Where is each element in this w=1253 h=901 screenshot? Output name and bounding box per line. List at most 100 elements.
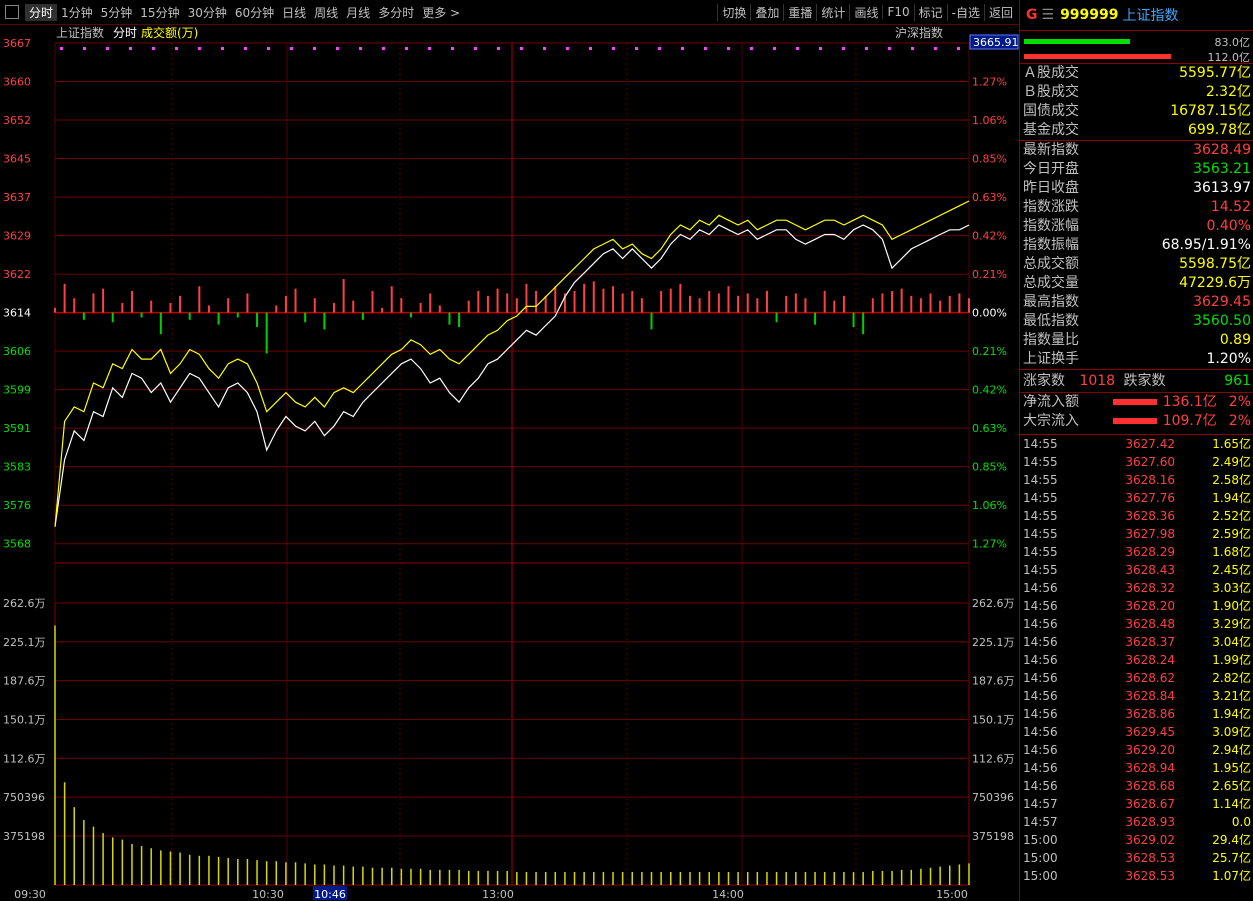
pct-tick: 0.42%	[972, 230, 1007, 243]
up-label: 涨家数	[1023, 373, 1065, 389]
event-marker	[474, 47, 477, 50]
quote-panel: G ☰ 999999 上证指数 83.0亿 112.0亿 Ａ股成交 5595.77…	[1019, 0, 1253, 901]
price-tick: 3667	[3, 37, 31, 50]
pct-tick: 0.63%	[972, 422, 1007, 435]
price-tick: 3606	[3, 345, 31, 358]
period-tab[interactable]: 多分时	[374, 4, 418, 21]
price-tick: 3629	[3, 230, 31, 243]
turnover-summary: Ａ股成交 5595.77亿 Ｂ股成交 2.32亿 国债成交 16787.15亿 基金成交 69…	[1020, 64, 1253, 141]
event-marker	[681, 47, 684, 50]
stat-row: 最低指数 3560.50	[1023, 313, 1251, 329]
period-tabs: 分时 1分钟 5分钟 15分钟 30分钟 60分钟 日线 周线 月线 多分时 更多 >	[25, 3, 464, 21]
tool-button[interactable]: 画线	[849, 3, 882, 21]
tool-button[interactable]: F10	[882, 5, 913, 19]
period-tab[interactable]: 30分钟	[184, 4, 231, 21]
event-marker	[405, 47, 408, 50]
tick-row: 14:56 3628.24 1.99亿	[1023, 653, 1251, 667]
buy-sell-bars: 83.0亿 112.0亿	[1020, 31, 1253, 64]
top-bar	[1024, 39, 1130, 44]
stat-row: 总成交额 5598.75亿	[1023, 256, 1251, 272]
time-tick: 13:00	[482, 888, 514, 901]
tick-row: 14:56 3628.48 3.29亿	[1023, 617, 1251, 631]
quote-header: G ☰ 999999 上证指数	[1020, 0, 1253, 31]
pct-tick: 0.21%	[972, 345, 1007, 358]
event-marker	[635, 47, 638, 50]
volume-tick-right: 225.1万	[972, 636, 1015, 649]
down-count: 961	[1224, 373, 1251, 389]
event-marker	[911, 47, 914, 50]
period-tab[interactable]: 15分钟	[136, 4, 183, 21]
tool-button[interactable]: 返回	[983, 3, 1017, 21]
bottom-bar-value: 112.0亿	[1207, 51, 1251, 64]
period-tab[interactable]: 周线	[310, 4, 342, 21]
flow-row: 大宗流入 109.7亿 2%	[1023, 413, 1251, 429]
tool-button[interactable]: 叠加	[750, 3, 783, 21]
intraday-chart[interactable]: 上证指数 分时 成交额(万) 沪深指数 3665.91 3667 3660 1.27% 3652…	[0, 25, 1019, 901]
tick-row: 14:56 3628.86 1.94亿	[1023, 707, 1251, 721]
tick-row: 14:55 3628.16 2.58亿	[1023, 473, 1251, 487]
period-toolbar: 分时 1分钟 5分钟 15分钟 30分钟 60分钟 日线 周线 月线 多分时 更多 > 切换 叠加 重播…	[0, 0, 1019, 25]
tool-button[interactable]: -自选	[946, 3, 984, 21]
price-tick: 3614	[3, 307, 31, 320]
tick-row: 14:56 3628.68 2.65亿	[1023, 779, 1251, 793]
stat-row: 上证换手 1.20%	[1023, 351, 1251, 367]
period-tab[interactable]: 更多 >	[418, 4, 464, 21]
volume-tick: 750396	[3, 791, 45, 804]
price-tick: 3576	[3, 499, 31, 512]
pct-tick: 1.06%	[972, 499, 1007, 512]
event-marker	[842, 47, 845, 50]
event-marker	[221, 47, 224, 50]
event-marker	[888, 47, 891, 50]
event-marker	[198, 47, 201, 50]
volume-tick-right: 750396	[972, 791, 1014, 804]
event-marker	[589, 47, 592, 50]
stock-name: 上证指数	[1122, 8, 1179, 24]
tool-button[interactable]: 重播	[783, 3, 816, 21]
tick-row: 14:55 3627.60 2.49亿	[1023, 455, 1251, 469]
tick-row: 14:56 3628.84 3.21亿	[1023, 689, 1251, 703]
period-tab[interactable]: 月线	[342, 4, 374, 21]
tick-row: 14:56 3629.20 2.94亿	[1023, 743, 1251, 757]
breadth-row: 涨家数 1018 跌家数 961	[1020, 370, 1253, 393]
menu-icon[interactable]: ☰	[1042, 7, 1055, 23]
tick-row: 14:55 3627.42 1.65亿	[1023, 437, 1251, 451]
chart-right-label: 沪深指数	[895, 25, 943, 40]
pct-tick: 0.21%	[972, 268, 1007, 281]
event-marker	[359, 47, 362, 50]
chart-mode: 分时	[113, 26, 137, 40]
group-g-icon[interactable]: G	[1026, 7, 1038, 23]
event-marker	[658, 47, 661, 50]
time-tick: 10:46	[314, 888, 346, 901]
period-tab[interactable]: 日线	[278, 4, 310, 21]
tick-row: 15:00 3628.53 1.07亿	[1023, 869, 1251, 883]
price-tick: 3583	[3, 461, 31, 474]
event-marker	[704, 47, 707, 50]
pct-tick: 0.85%	[972, 153, 1007, 166]
event-marker	[267, 47, 270, 50]
tool-button[interactable]: 标记	[913, 3, 947, 21]
window-icon[interactable]	[5, 5, 19, 19]
period-tab[interactable]: 分时	[25, 3, 58, 21]
period-tab[interactable]: 1分钟	[57, 4, 97, 21]
price-tick: 3652	[3, 114, 31, 127]
tick-list[interactable]: 14:55 3627.42 1.65亿 14:55 3627.60 2.49亿 14:55 3…	[1020, 435, 1253, 885]
tool-button[interactable]: 统计	[816, 3, 849, 21]
event-marker	[796, 47, 799, 50]
pct-tick: 1.27%	[972, 76, 1007, 89]
tool-button[interactable]: 切换	[717, 3, 750, 21]
event-marker	[60, 47, 63, 50]
tool-buttons: 切换 叠加 重播 统计 画线 F10 标记 -自选 返回	[717, 0, 1017, 24]
period-tab[interactable]: 5分钟	[97, 4, 137, 21]
top-bar-value: 83.0亿	[1214, 36, 1251, 49]
summary-row: Ｂ股成交 2.32亿	[1023, 84, 1251, 100]
event-marker	[612, 47, 615, 50]
volume-tick: 225.1万	[3, 636, 46, 649]
pct-tick: 0.85%	[972, 461, 1007, 474]
event-marker	[497, 47, 500, 50]
period-tab[interactable]: 60分钟	[231, 4, 278, 21]
tick-row: 14:55 3628.43 2.45亿	[1023, 563, 1251, 577]
up-count: 1018	[1079, 373, 1116, 389]
volume-tick-right: 112.6万	[972, 752, 1015, 765]
event-marker	[451, 47, 454, 50]
pct-tick: 1.27%	[972, 538, 1007, 551]
